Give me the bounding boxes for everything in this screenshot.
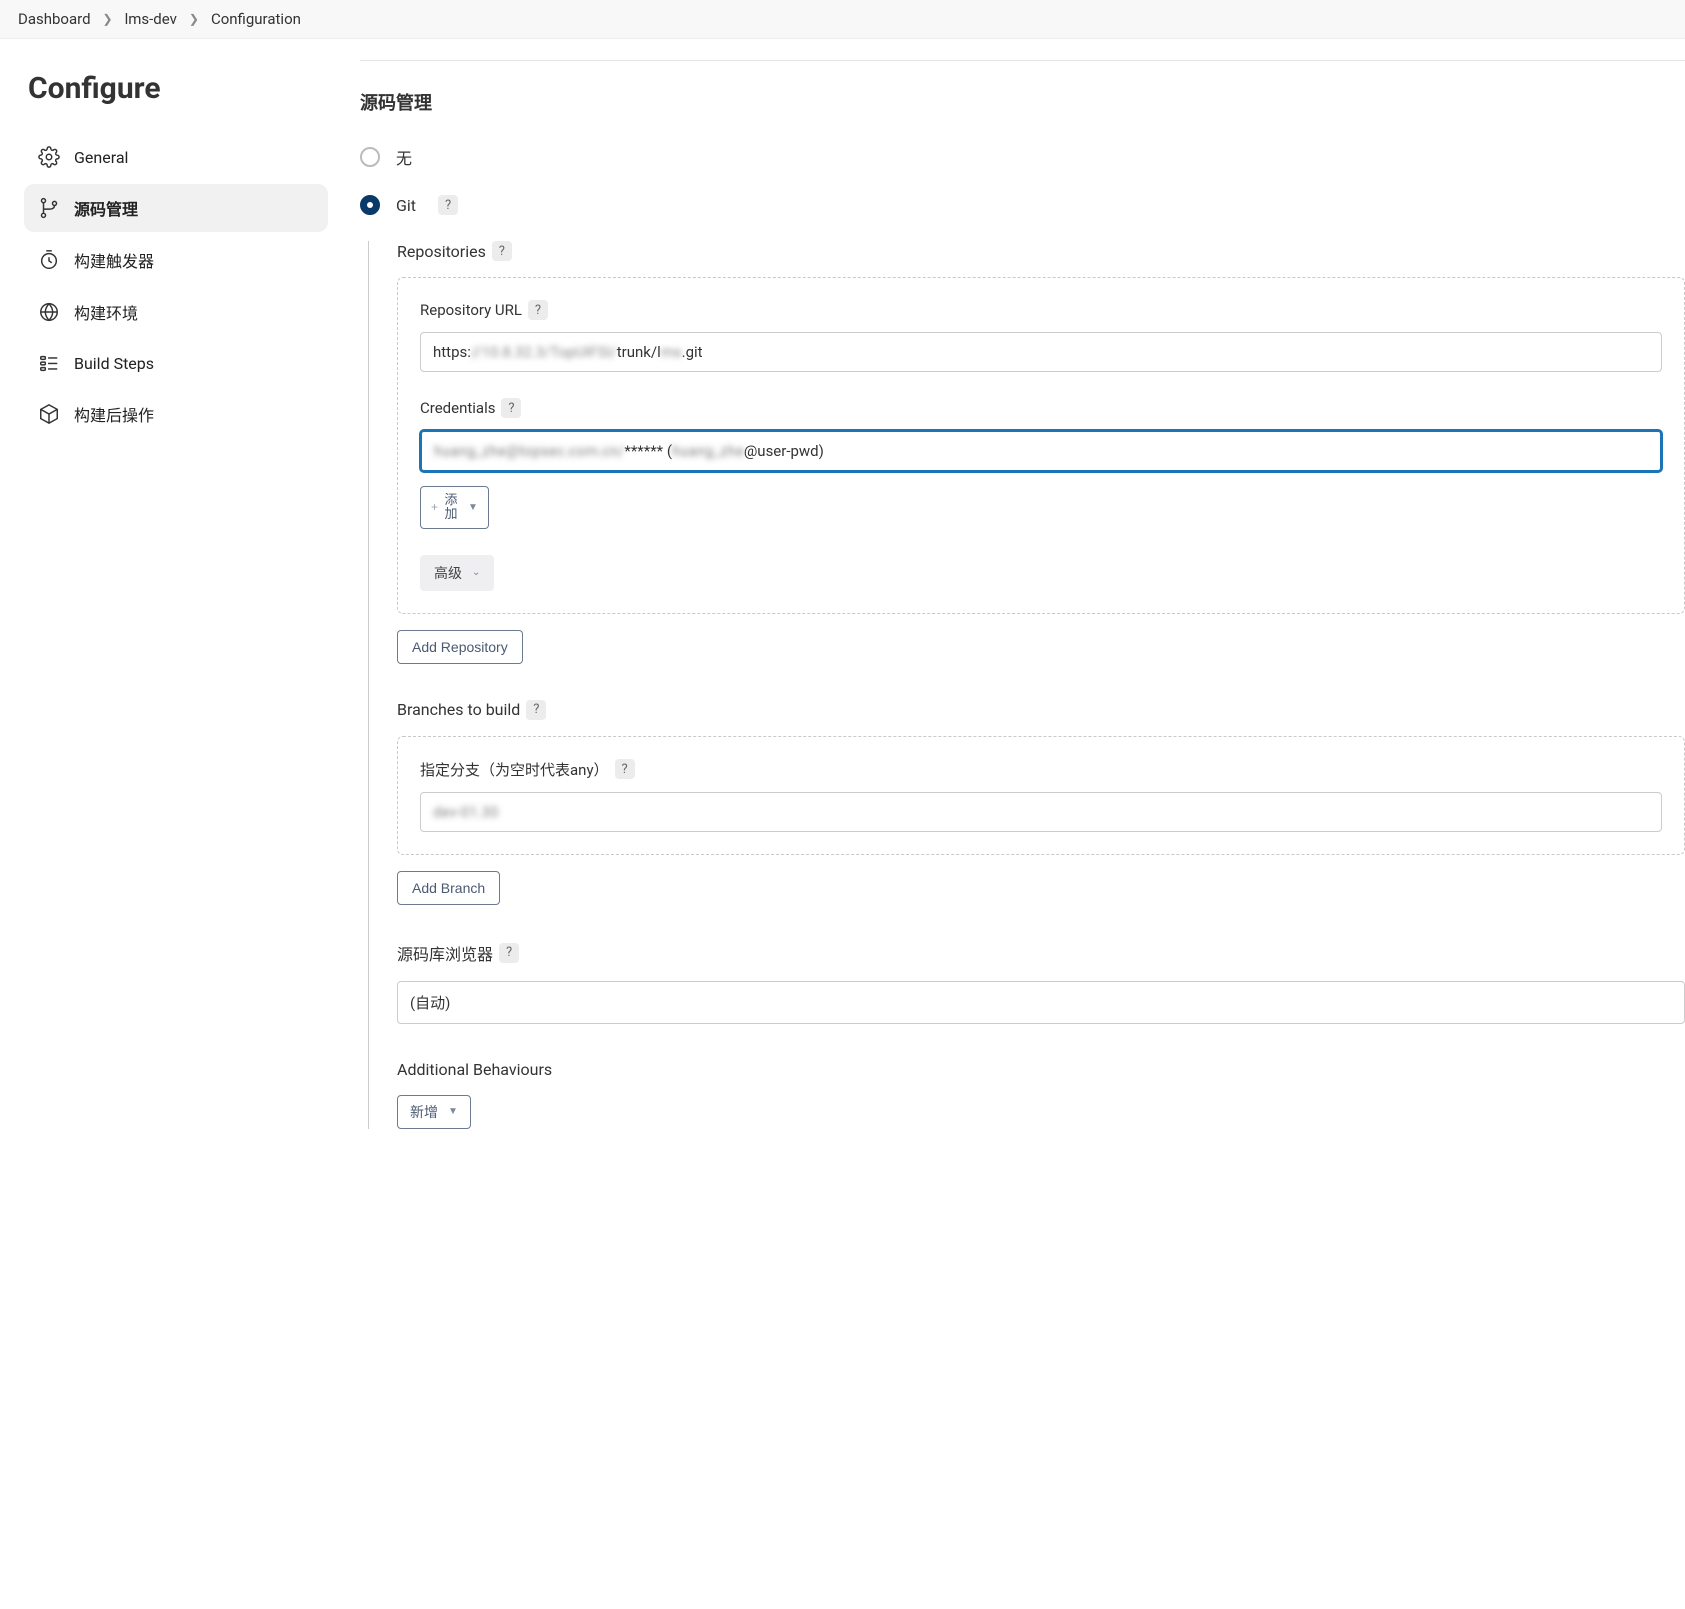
- chevron-down-icon: ⌄: [472, 567, 480, 578]
- radio-label: Git: [396, 196, 416, 215]
- help-icon[interactable]: ?: [615, 759, 635, 779]
- add-branch-button[interactable]: Add Branch: [397, 871, 500, 905]
- scm-option-none[interactable]: 无: [360, 145, 1685, 169]
- sidebar-item-scm[interactable]: 源码管理: [24, 184, 328, 232]
- chevron-right-icon: ❯: [189, 12, 199, 26]
- scm-section-title: 源码管理: [360, 89, 1685, 115]
- sidebar-item-label: General: [74, 148, 128, 167]
- repo-url-input[interactable]: https: //10.8.32.3/TopUIFSI/ trunk/l ms …: [420, 332, 1662, 372]
- additional-behaviours-heading: Additional Behaviours: [397, 1060, 1685, 1079]
- caret-down-icon: ▼: [468, 502, 478, 513]
- radio-label: 无: [396, 145, 412, 169]
- sidebar-item-label: 构建环境: [74, 300, 138, 324]
- sidebar-item-post-build[interactable]: 构建后操作: [24, 390, 328, 438]
- add-repository-button[interactable]: Add Repository: [397, 630, 523, 664]
- branch-box: 指定分支（为空时代表any） ? dev-01.30: [397, 736, 1685, 855]
- list-icon: [38, 352, 60, 374]
- add-credentials-button[interactable]: + 添加 ▼: [420, 486, 489, 529]
- git-config-block: Repositories ? Repository URL ? https: /…: [368, 241, 1685, 1129]
- sidebar-item-label: 构建触发器: [74, 248, 154, 272]
- radio-icon: [360, 147, 380, 167]
- repo-url-label: Repository URL ?: [420, 300, 1662, 320]
- scm-option-git[interactable]: Git ?: [360, 195, 1685, 215]
- main-content: 源码管理 无 Git ? Repositories ? Repository U…: [340, 39, 1685, 1169]
- sidebar-item-build-steps[interactable]: Build Steps: [24, 340, 328, 386]
- repo-browser-heading: 源码库浏览器 ?: [397, 941, 1685, 965]
- sidebar-item-environment[interactable]: 构建环境: [24, 288, 328, 336]
- caret-down-icon: ▼: [448, 1106, 458, 1117]
- help-icon[interactable]: ?: [526, 700, 546, 720]
- help-icon[interactable]: ?: [528, 300, 548, 320]
- page-title: Configure: [28, 71, 328, 106]
- breadcrumb-dashboard[interactable]: Dashboard: [18, 10, 91, 28]
- repo-browser-select[interactable]: (自动): [397, 981, 1685, 1024]
- advanced-button[interactable]: 高级 ⌄: [420, 555, 494, 591]
- branch-spec-label: 指定分支（为空时代表any） ?: [420, 759, 1662, 780]
- clock-icon: [38, 249, 60, 271]
- repository-box: Repository URL ? https: //10.8.32.3/TopU…: [397, 277, 1685, 614]
- help-icon[interactable]: ?: [492, 241, 512, 261]
- branch-spec-input[interactable]: dev-01.30: [420, 792, 1662, 832]
- sidebar-item-label: Build Steps: [74, 354, 154, 373]
- help-icon[interactable]: ?: [501, 398, 521, 418]
- help-icon[interactable]: ?: [438, 195, 458, 215]
- credentials-label: Credentials ?: [420, 398, 1662, 418]
- globe-icon: [38, 301, 60, 323]
- breadcrumb-project[interactable]: lms-dev: [125, 10, 177, 28]
- radio-checked-icon: [360, 195, 380, 215]
- add-behaviour-button[interactable]: 新增 ▼: [397, 1095, 471, 1129]
- sidebar-item-general[interactable]: General: [24, 134, 328, 180]
- breadcrumb: Dashboard ❯ lms-dev ❯ Configuration: [0, 0, 1685, 39]
- credentials-select[interactable]: huang_zhe@topsec.com.cn/ ****** ( huang_…: [420, 430, 1662, 472]
- gear-icon: [38, 146, 60, 168]
- branches-heading: Branches to build ?: [397, 700, 1685, 720]
- sidebar-item-label: 构建后操作: [74, 402, 154, 426]
- sidebar-item-label: 源码管理: [74, 196, 138, 220]
- plus-icon: +: [431, 501, 438, 514]
- chevron-right-icon: ❯: [103, 12, 113, 26]
- git-branch-icon: [38, 197, 60, 219]
- repositories-heading: Repositories ?: [397, 241, 1685, 261]
- package-icon: [38, 403, 60, 425]
- config-sidebar: Configure General 源码管理 构建触发器 构建环境: [0, 39, 340, 466]
- breadcrumb-configuration[interactable]: Configuration: [211, 10, 301, 28]
- help-icon[interactable]: ?: [499, 943, 519, 963]
- sidebar-item-triggers[interactable]: 构建触发器: [24, 236, 328, 284]
